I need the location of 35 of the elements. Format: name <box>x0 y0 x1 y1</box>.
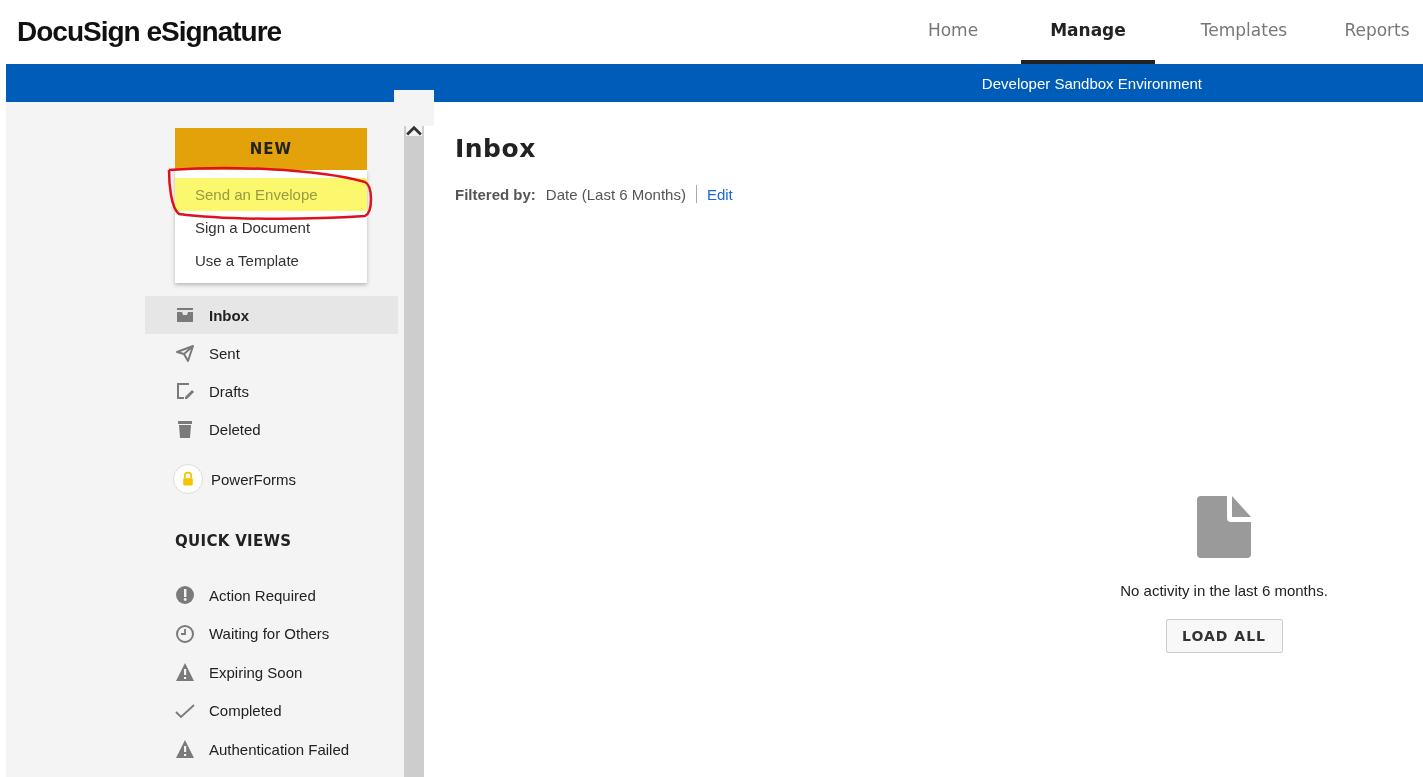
quick-view-item[interactable]: Expiring Soon <box>145 653 398 692</box>
document-pencil-icon <box>175 381 195 401</box>
quick-view-item[interactable]: Completed <box>145 691 398 730</box>
powerforms-link[interactable]: PowerForms <box>173 464 296 494</box>
trash-icon <box>175 419 195 439</box>
empty-message: No activity in the last 6 months. <box>1120 582 1328 599</box>
load-all-button[interactable]: LOAD ALL <box>1165 619 1283 653</box>
warning-icon <box>175 662 195 683</box>
folder-item[interactable]: Sent <box>145 334 398 372</box>
page-title: Inbox <box>455 134 537 163</box>
warning-icon <box>175 739 195 760</box>
menu-item[interactable]: Use a Template <box>175 244 367 277</box>
nav-tab[interactable]: Templates <box>1177 0 1311 64</box>
new-button[interactable]: NEW <box>175 128 367 170</box>
filter-value: Date (Last 6 Months) <box>545 185 686 203</box>
nav-tab[interactable]: Reports <box>1331 0 1423 64</box>
paper-plane-icon <box>175 343 195 363</box>
section-heading: QUICK VIEWS <box>175 532 293 550</box>
document-icon <box>1197 496 1251 558</box>
folder-item[interactable]: Inbox <box>145 296 398 334</box>
edit-link[interactable]: Edit <box>706 185 733 203</box>
tray-icon <box>175 305 195 325</box>
menu-item[interactable]: Sign a Document <box>175 211 367 244</box>
banner-text: Developer Sandbox Environment <box>981 74 1202 92</box>
folder-item[interactable]: Drafts <box>145 372 398 410</box>
clock-icon <box>175 623 195 644</box>
nav-tab[interactable]: Home <box>907 0 999 64</box>
quick-view-item[interactable]: Authentication Failed <box>145 730 398 769</box>
quick-view-item[interactable]: Action Required <box>145 576 398 615</box>
lock-icon <box>173 464 203 494</box>
logo[interactable]: DocuSign eSignature <box>17 16 282 48</box>
alert-icon <box>175 585 195 606</box>
quick-view-item[interactable]: Waiting for Others <box>145 614 398 653</box>
filter-label: Filtered by: <box>455 185 536 203</box>
folder-item[interactable]: Deleted <box>145 410 398 448</box>
